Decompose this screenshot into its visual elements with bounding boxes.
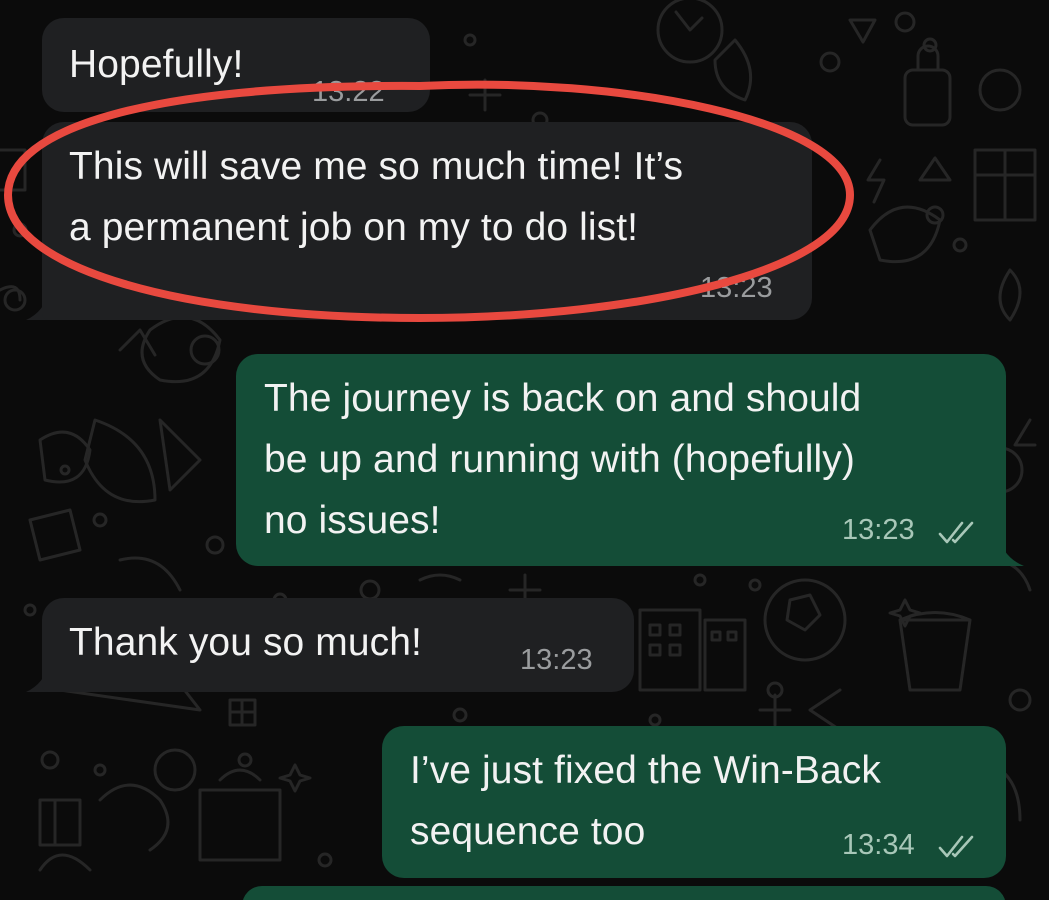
message-timestamp: 13:22	[312, 76, 385, 108]
message-timestamp: 13:23	[842, 514, 915, 546]
message-text-line: The journey is back on and should	[264, 377, 862, 420]
message-timestamp: 13:34	[842, 829, 915, 861]
message-text: Hopefully!	[69, 43, 244, 86]
message-text-line: be up and running with (hopefully)	[264, 438, 855, 481]
message-timestamp: 13:23	[700, 272, 773, 304]
message-bubble-incoming[interactable]: This will save me so much time! It’s a p…	[42, 122, 812, 320]
message-bubble-outgoing[interactable]: The journey is back on and should be up …	[236, 354, 1006, 566]
message-text: Thank you so much!	[69, 621, 422, 664]
message-text-line: sequence too	[410, 810, 646, 853]
message-bubble-incoming[interactable]: Hopefully! 13:22	[42, 18, 430, 112]
message-bubble-outgoing[interactable]: I’ve just fixed the Win-Back sequence to…	[382, 726, 1006, 878]
message-bubble-outgoing-partial[interactable]	[242, 886, 1006, 900]
double-check-icon	[938, 835, 974, 858]
message-text-line: I’ve just fixed the Win-Back	[410, 749, 881, 792]
double-check-icon	[938, 521, 974, 544]
message-bubble-incoming[interactable]: Thank you so much! 13:23	[42, 598, 634, 692]
message-text-line: This will save me so much time! It’s	[69, 145, 684, 188]
message-timestamp: 13:23	[520, 644, 593, 676]
message-text-line: a permanent job on my to do list!	[69, 206, 639, 249]
message-text-line: no issues!	[264, 499, 441, 542]
